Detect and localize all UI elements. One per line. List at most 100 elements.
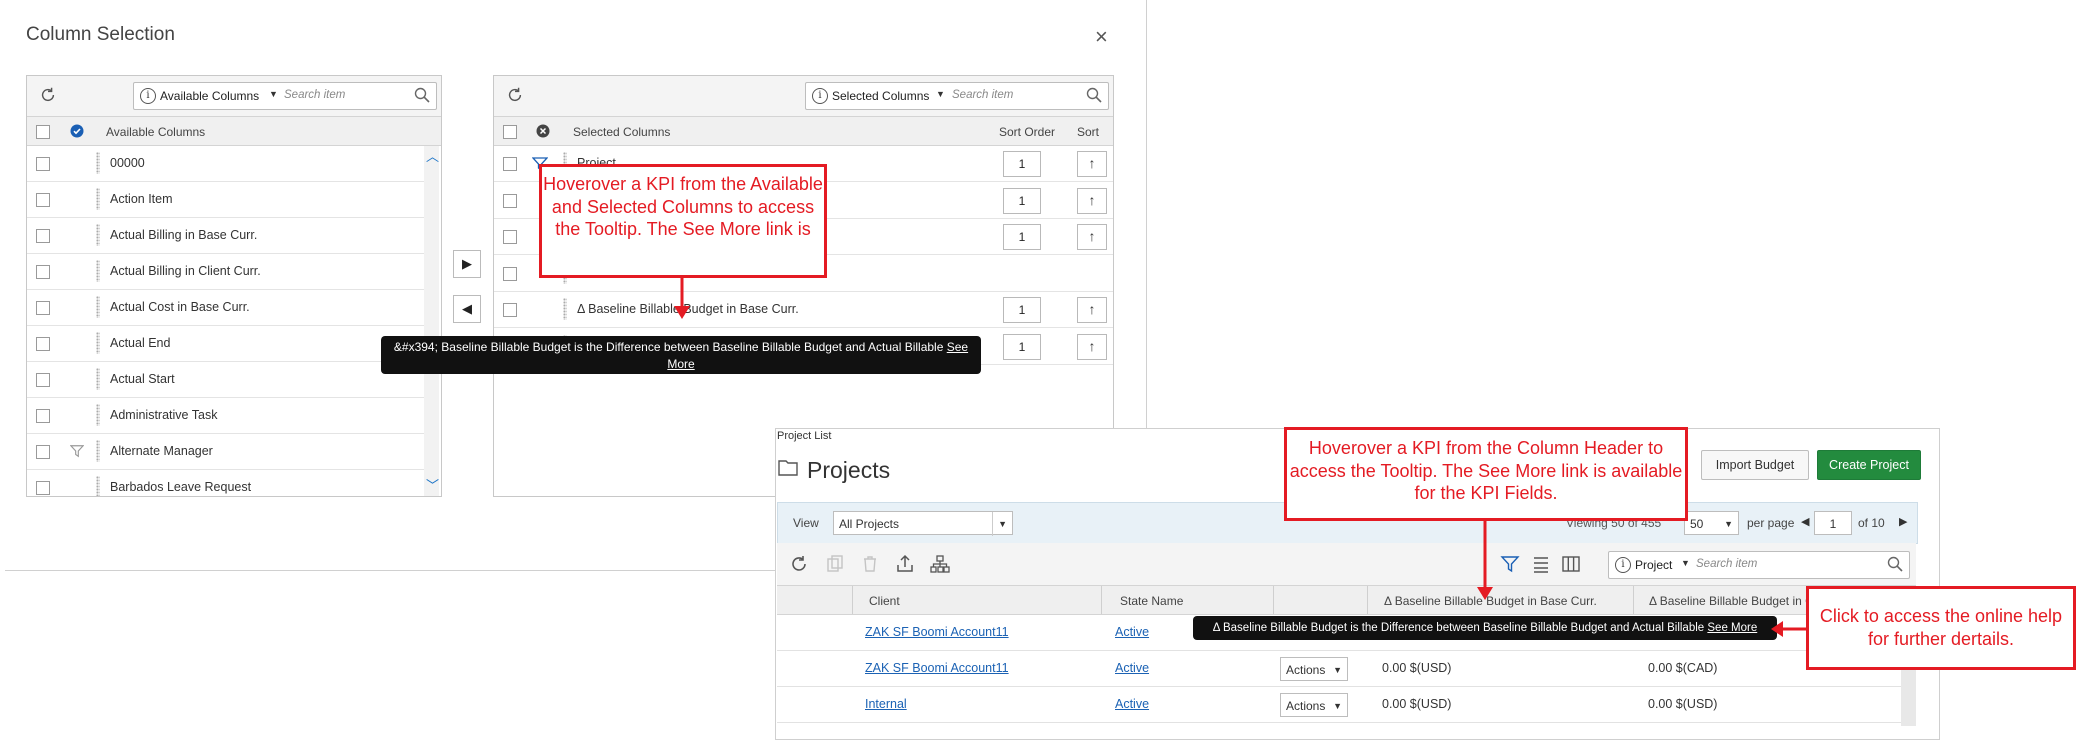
row-checkbox[interactable] — [36, 265, 50, 279]
row-checkbox[interactable] — [503, 157, 517, 171]
view-select[interactable]: All Projects ▼ — [833, 511, 1013, 536]
drag-handle-icon[interactable] — [96, 476, 100, 496]
check-circle-icon[interactable] — [70, 124, 84, 138]
remove-all-icon[interactable] — [536, 124, 550, 138]
filter-icon[interactable] — [1500, 554, 1520, 574]
sort-direction-button[interactable]: ↑ — [1077, 297, 1107, 323]
see-more-link[interactable]: See More — [1707, 622, 1757, 634]
drag-handle-icon[interactable] — [563, 298, 567, 320]
sort-order-input[interactable]: 1 — [1003, 151, 1041, 177]
state-link[interactable]: Active — [1115, 625, 1149, 639]
row-checkbox[interactable] — [36, 193, 50, 207]
row-checkbox[interactable] — [36, 481, 50, 495]
list-item[interactable]: Actual End — [27, 326, 424, 362]
breadcrumb[interactable]: Project List — [777, 430, 831, 442]
row-checkbox[interactable] — [36, 337, 50, 351]
row-checkbox[interactable] — [36, 373, 50, 387]
column-header-kpi-client[interactable]: Δ Baseline Billable Budget in Cl — [1649, 594, 1819, 608]
list-item[interactable]: Actual Start — [27, 362, 424, 398]
actions-dropdown[interactable]: Actions ▼ — [1280, 657, 1348, 681]
row-checkbox[interactable] — [36, 157, 50, 171]
search-input[interactable]: Search item — [1696, 558, 1757, 570]
info-icon[interactable]: i — [812, 88, 828, 104]
row-checkbox[interactable] — [36, 301, 50, 315]
per-page-select[interactable]: 50 ▼ — [1684, 511, 1739, 535]
chevron-down-icon[interactable]: ▼ — [1724, 512, 1733, 536]
state-link[interactable]: Active — [1115, 697, 1149, 711]
drag-handle-icon[interactable] — [96, 152, 100, 174]
selected-search-box[interactable]: i Selected Columns ▼ Search item — [805, 82, 1109, 110]
column-divider[interactable] — [1101, 586, 1102, 614]
refresh-icon[interactable] — [789, 554, 809, 574]
info-icon[interactable]: i — [1615, 557, 1631, 573]
scrollbar[interactable]: ︿ ﹀ — [424, 146, 439, 496]
copy-icon[interactable] — [825, 554, 845, 574]
import-budget-button[interactable]: Import Budget — [1701, 450, 1809, 480]
prev-page-icon[interactable]: ◀ — [1801, 515, 1809, 528]
drag-handle-icon[interactable] — [96, 368, 100, 390]
column-divider[interactable] — [1367, 586, 1368, 614]
drag-handle-icon[interactable] — [96, 260, 100, 282]
search-input[interactable]: Search item — [952, 89, 1013, 101]
drag-handle-icon[interactable] — [96, 224, 100, 246]
drag-handle-icon[interactable] — [96, 404, 100, 426]
chevron-down-icon[interactable]: ▼ — [936, 89, 945, 99]
client-link[interactable]: Internal — [865, 697, 907, 711]
scroll-up-icon[interactable]: ︿ — [426, 146, 439, 165]
sort-order-input[interactable]: 1 — [1003, 333, 1041, 360]
row-checkbox[interactable] — [36, 445, 50, 459]
project-search-dropdown[interactable]: Project — [1635, 558, 1672, 572]
page-input[interactable]: 1 — [1814, 511, 1852, 535]
drag-handle-icon[interactable] — [96, 440, 100, 462]
search-input[interactable]: Search item — [284, 89, 345, 101]
actions-dropdown[interactable]: Actions ▼ — [1280, 693, 1348, 717]
list-item[interactable]: Action Item — [27, 182, 424, 218]
chevron-down-icon[interactable]: ▼ — [269, 89, 278, 99]
list-item[interactable]: Actual Cost in Base Curr. — [27, 290, 424, 326]
delete-icon[interactable] — [860, 554, 880, 574]
row-checkbox[interactable] — [503, 266, 517, 281]
drag-handle-icon[interactable] — [96, 188, 100, 210]
column-divider[interactable] — [1273, 586, 1274, 614]
columns-icon[interactable] — [1561, 554, 1581, 574]
sort-direction-button[interactable]: ↑ — [1077, 224, 1107, 250]
refresh-icon[interactable] — [39, 86, 57, 104]
drag-handle-icon[interactable] — [96, 296, 100, 318]
info-icon[interactable]: i — [140, 88, 156, 104]
available-columns-dropdown[interactable]: Available Columns — [160, 89, 259, 103]
chevron-down-icon[interactable]: ▼ — [1333, 694, 1342, 718]
refresh-icon[interactable] — [506, 86, 524, 104]
search-icon[interactable] — [1086, 87, 1102, 103]
list-item[interactable]: Administrative Task — [27, 398, 424, 434]
client-link[interactable]: ZAK SF Boomi Account11 — [865, 661, 1009, 675]
list-item[interactable]: Actual Billing in Base Curr. — [27, 218, 424, 254]
select-all-checkbox[interactable] — [36, 125, 50, 139]
column-divider[interactable] — [1633, 586, 1634, 614]
scroll-down-icon[interactable]: ﹀ — [426, 475, 439, 494]
chevron-down-icon[interactable]: ▼ — [992, 512, 1007, 536]
hierarchy-icon[interactable] — [930, 554, 950, 574]
move-left-button[interactable]: ◀ — [453, 295, 481, 323]
select-all-checkbox[interactable] — [503, 125, 517, 139]
column-divider[interactable] — [852, 586, 853, 614]
row-checkbox[interactable] — [503, 303, 517, 317]
sort-order-input[interactable]: 1 — [1003, 297, 1041, 323]
list-item[interactable]: 00000 — [27, 146, 424, 182]
project-search-box[interactable]: i Project ▼ Search item — [1608, 551, 1910, 579]
sort-direction-button[interactable]: ↑ — [1077, 333, 1107, 360]
sort-direction-button[interactable]: ↑ — [1077, 187, 1107, 214]
row-checkbox[interactable] — [36, 229, 50, 243]
row-checkbox[interactable] — [503, 230, 517, 244]
row-checkbox[interactable] — [503, 193, 517, 208]
list-item[interactable]: Alternate Manager — [27, 434, 424, 470]
move-right-button[interactable]: ▶ — [453, 250, 481, 278]
sort-order-input[interactable]: 1 — [1003, 187, 1041, 214]
selected-columns-dropdown[interactable]: Selected Columns — [832, 89, 929, 103]
create-project-button[interactable]: Create Project — [1817, 450, 1921, 480]
client-link[interactable]: ZAK SF Boomi Account11 — [865, 625, 1009, 639]
column-header-state[interactable]: State Name — [1120, 594, 1183, 608]
state-link[interactable]: Active — [1115, 661, 1149, 675]
search-icon[interactable] — [414, 87, 430, 103]
list-settings-icon[interactable] — [1531, 554, 1551, 574]
export-icon[interactable] — [895, 554, 915, 574]
